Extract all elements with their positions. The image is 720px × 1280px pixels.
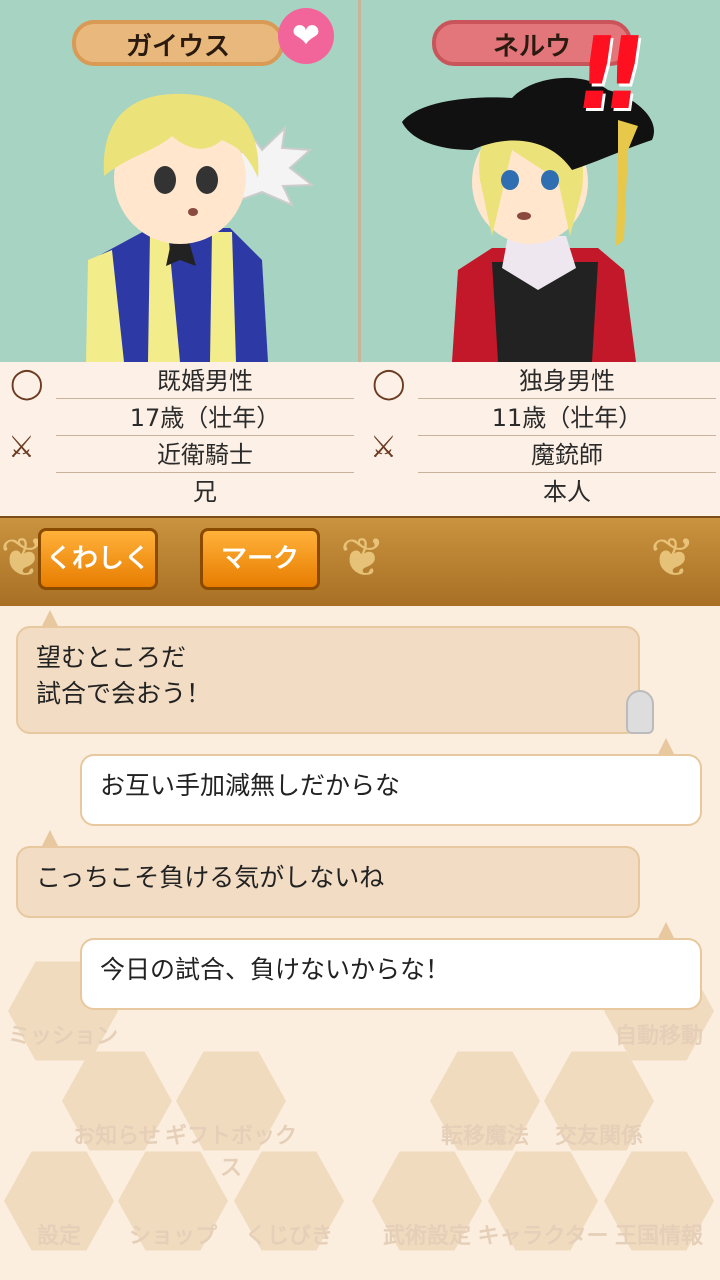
dialogue-bubble-2: お互い手加減無しだからな [80, 754, 702, 826]
relation: 本人 [543, 478, 591, 506]
ring-icon: ◯ [10, 366, 44, 401]
dialogue-text: こっちこそ負ける気がしないね [36, 863, 385, 892]
menu-mission-label: ミッション [7, 1024, 118, 1049]
menu-kingdom-label: 王国情報 [614, 1224, 703, 1249]
bubble-tail [658, 922, 674, 938]
dialogue-text: お互い手加減無しだからな [100, 771, 401, 800]
info-left: ◯ ⚔ 既婚男性 17歳（壮年） 近衛騎士 兄 [0, 362, 358, 516]
marital-status: 独身男性 [418, 362, 716, 399]
menu-auto-move-label: 自動移動 [614, 1024, 703, 1049]
relation: 兄 [193, 478, 217, 506]
dialogue-text: 試合で会おう！ [36, 679, 212, 708]
job: 近衛騎士 [56, 436, 354, 473]
bubble-tail [42, 830, 58, 846]
heart-icon: ❤ [278, 8, 334, 64]
ornament-right: ❦ [650, 526, 696, 589]
job: 魔銃師 [418, 436, 716, 473]
scroll-indicator[interactable] [626, 690, 654, 734]
mark-button[interactable]: マーク [200, 528, 320, 590]
character-name-left: ガイウス [72, 20, 284, 66]
dialogue-text: 今日の試合、負けないからな！ [100, 955, 451, 984]
marital-status: 既婚男性 [56, 362, 354, 399]
crossed-guns-icon: ⚔ [370, 430, 397, 465]
dialogue-bubble-4: 今日の試合、負けないからな！ [80, 938, 702, 1010]
action-bar: ❦ ❦ ❦ くわしく マーク [0, 516, 720, 610]
bubble-tail [658, 738, 674, 754]
dialogue-bubble-3: こっちこそ負ける気がしないね [16, 846, 640, 918]
crossed-swords-icon: ⚔ [8, 430, 35, 465]
menu-friends-label: 交友関係 [554, 1124, 643, 1149]
details-button[interactable]: くわしく [38, 528, 158, 590]
ornament-center: ❦ [340, 526, 386, 589]
age: 17歳（壮年） [56, 399, 354, 436]
dialogue-bubble-1: 望むところだ 試合で会おう！ [16, 626, 640, 734]
age: 11歳（壮年） [418, 399, 716, 436]
menu-lottery-label: くじびき [244, 1224, 333, 1249]
character-info-panel: ◯ ⚔ 既婚男性 17歳（壮年） 近衛騎士 兄 ◯ ⚔ 独身男性 11歳（壮年）… [0, 362, 720, 516]
chat-area: ミッション 自動移動 お知らせ ギフトボックス 転移魔法 交友関係 設定 ショッ… [0, 606, 720, 1280]
info-right: ◯ ⚔ 独身男性 11歳（壮年） 魔銃師 本人 [362, 362, 720, 516]
bubble-tail [42, 610, 58, 626]
dialogue-text: 望むところだ [36, 643, 187, 672]
ring-icon: ◯ [372, 366, 406, 401]
